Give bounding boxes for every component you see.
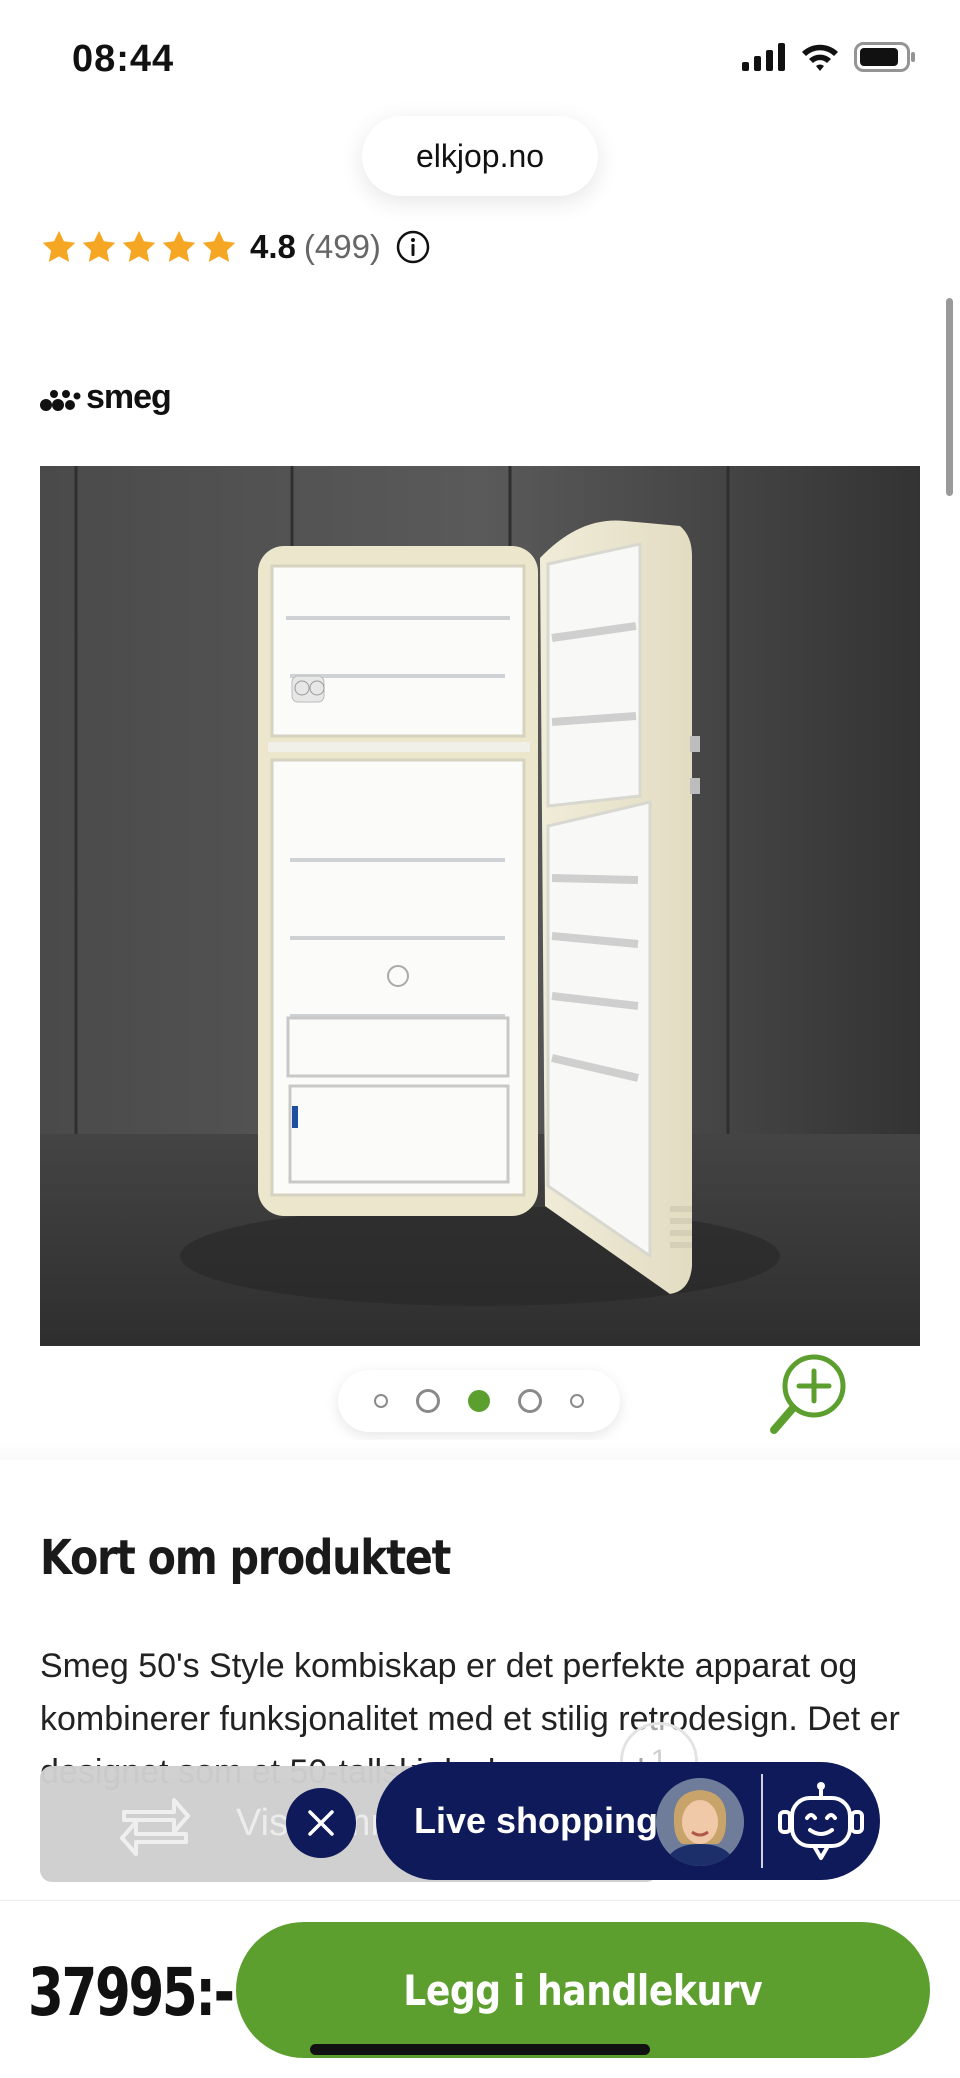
- section-divider: [0, 1440, 960, 1460]
- product-rating[interactable]: 4.8 (499): [40, 222, 431, 272]
- live-shopping-widget[interactable]: Live shopping: [376, 1762, 880, 1880]
- chatbot-icon[interactable]: [776, 1780, 866, 1864]
- star-icon: [202, 230, 236, 262]
- brand-dots-icon: [40, 389, 81, 411]
- product-image[interactable]: [40, 466, 920, 1346]
- zoom-in-icon[interactable]: [768, 1352, 856, 1440]
- product-price: 37995:-: [28, 1954, 235, 2031]
- home-indicator[interactable]: [310, 2044, 650, 2055]
- live-divider: [761, 1774, 763, 1868]
- live-shopping-label: Live shopping: [414, 1800, 659, 1841]
- add-to-cart-label: Legg i handlekurv: [403, 1965, 763, 2015]
- status-icons: [742, 42, 916, 72]
- brand-logo[interactable]: smeg: [40, 378, 172, 417]
- carousel-dot[interactable]: [570, 1394, 584, 1408]
- status-time: 08:44: [72, 38, 175, 80]
- star-icon: [122, 230, 156, 262]
- section-title: Kort om produktet: [40, 1530, 451, 1586]
- signal-icon: [742, 43, 785, 71]
- rating-stars: [40, 228, 238, 266]
- status-bar: 08:44: [0, 0, 960, 110]
- close-icon: [308, 1810, 334, 1836]
- star-icon: [82, 230, 116, 262]
- close-live-button[interactable]: [286, 1788, 356, 1858]
- carousel-dot[interactable]: [518, 1389, 542, 1413]
- wifi-icon: [802, 44, 838, 71]
- star-icon: [162, 230, 196, 262]
- add-to-cart-button[interactable]: Legg i handlekurv: [236, 1922, 930, 2058]
- rating-value: 4.8: [250, 228, 296, 265]
- carousel-dot-active[interactable]: [468, 1390, 490, 1412]
- compare-arrows-icon: [120, 1798, 190, 1856]
- address-bar[interactable]: elkjop.no: [362, 116, 598, 196]
- info-icon[interactable]: [395, 229, 431, 265]
- scrollbar-thumb[interactable]: [946, 298, 953, 496]
- battery-icon: [854, 42, 915, 72]
- rating-count: (499): [303, 228, 381, 265]
- carousel-pagination[interactable]: [338, 1370, 620, 1432]
- star-icon: [42, 230, 76, 262]
- carousel-dot[interactable]: [416, 1389, 440, 1413]
- host-avatar: [656, 1778, 744, 1866]
- brand-name: smeg: [86, 378, 172, 416]
- carousel-dot[interactable]: [374, 1394, 388, 1408]
